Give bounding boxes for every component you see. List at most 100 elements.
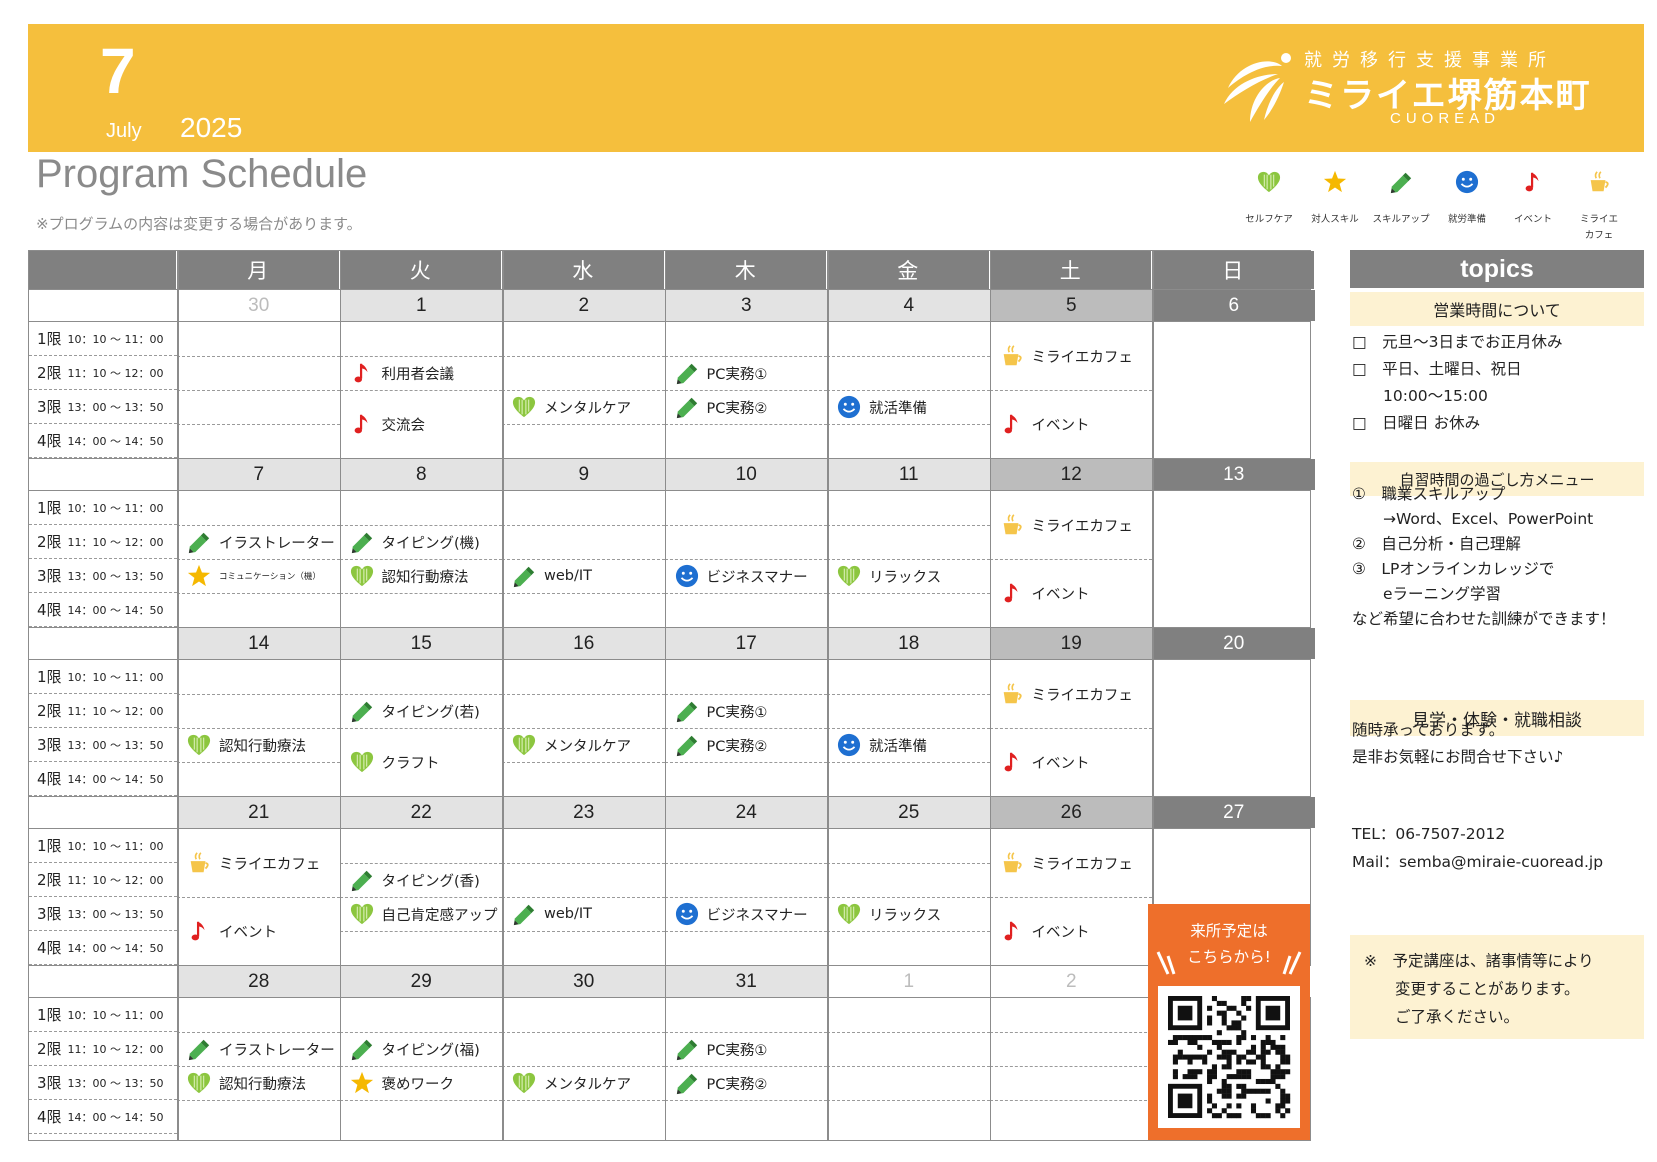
schedule-item[interactable]: 褒めワーク	[348, 1066, 454, 1100]
schedule-item[interactable]: PC実務②	[673, 390, 768, 424]
period-divider	[664, 525, 827, 526]
schedule-item[interactable]: ミライエカフェ	[185, 829, 320, 897]
weekday-header: 火	[339, 251, 502, 289]
schedule-item[interactable]: PC実務②	[673, 1066, 767, 1100]
period-divider	[664, 863, 827, 864]
schedule-item[interactable]: ビジネスマナー	[673, 559, 808, 593]
schedule-item[interactable]: 交流会	[348, 390, 425, 458]
qr-label-line1: 来所予定は	[1190, 922, 1268, 940]
cup-icon	[998, 511, 1026, 539]
pencil-icon	[348, 528, 376, 556]
pencil-icon	[348, 1035, 376, 1063]
reservation-qr-panel[interactable]: 来所予定は こちらから!	[1148, 904, 1310, 1140]
schedule-item[interactable]: ミライエカフェ	[998, 322, 1133, 390]
period-name: 3限	[37, 736, 62, 754]
period-divider	[502, 762, 665, 763]
schedule-item[interactable]: PC実務②	[673, 728, 768, 762]
heart-icon	[835, 900, 863, 928]
heart-icon	[348, 900, 376, 928]
schedule-item[interactable]: 認知行動療法	[185, 1066, 306, 1100]
schedule-item[interactable]: 認知行動療法	[348, 559, 469, 593]
self-study-line: など希望に合わせた訓練ができます！	[1352, 610, 1616, 628]
schedule-item[interactable]: メンタルケア	[510, 390, 631, 424]
period-name: 1限	[37, 668, 62, 686]
self-study-line: ② 自己分析・自己理解	[1352, 535, 1521, 553]
schedule-item-label: PC実務②	[706, 400, 768, 417]
schedule-item[interactable]: web/IT	[510, 559, 592, 593]
column-divider	[339, 251, 341, 1140]
schedule-item[interactable]: 就活準備	[835, 390, 927, 424]
legend-label: 対人スキル	[1311, 214, 1359, 225]
schedule-change-note: ※ 予定講座は、諸事情等により 変更することがあります。 ご了承ください。	[1350, 935, 1644, 1039]
schedule-item[interactable]: クラフト	[348, 728, 440, 796]
period-divider	[502, 1032, 665, 1033]
cup-icon	[1566, 160, 1632, 204]
schedule-item-label: ミライエカフェ	[1031, 856, 1133, 873]
note-line: 変更することがあります。	[1364, 980, 1580, 998]
period-divider	[177, 390, 340, 391]
schedule-item[interactable]: リラックス	[835, 559, 941, 593]
schedule-item[interactable]: イラストレーター	[185, 1032, 335, 1066]
date-number: 23	[502, 797, 665, 828]
period-divider	[502, 694, 665, 695]
period-divider	[827, 1066, 990, 1067]
schedule-item-label: 利用者会議	[381, 366, 455, 383]
schedule-item[interactable]: イベント	[998, 390, 1090, 458]
schedule-item[interactable]: メンタルケア	[510, 1066, 631, 1100]
date-number: 12	[989, 459, 1152, 490]
period-label: 4限 14：00 ～ 14：50	[29, 762, 177, 796]
schedule-item-label: ビジネスマナー	[706, 569, 808, 586]
hours-line: □ 平日、土曜日、祝日	[1352, 360, 1522, 378]
column-divider	[827, 251, 829, 1140]
schedule-item[interactable]: コミュニケーション（機）	[185, 559, 321, 593]
legend-item: イベント	[1500, 160, 1566, 228]
schedule-item[interactable]: ミライエカフェ	[998, 491, 1133, 559]
schedule-item[interactable]: ミライエカフェ	[998, 660, 1133, 728]
schedule-item[interactable]: タイピング(福)	[348, 1032, 480, 1066]
schedule-item-label: 認知行動療法	[219, 1076, 306, 1093]
schedule-item[interactable]: 自己肯定感アップ	[348, 897, 498, 931]
schedule-item[interactable]: イベント	[998, 728, 1090, 796]
weekday-header: 木	[664, 251, 827, 289]
schedule-item[interactable]: ビジネスマナー	[673, 897, 808, 931]
email-address[interactable]: Mail：semba@miraie-cuoread.jp	[1352, 850, 1603, 872]
schedule-item-label: ミライエカフェ	[1031, 349, 1133, 366]
schedule-item[interactable]: イラストレーター	[185, 525, 335, 559]
date-number: 2	[989, 966, 1152, 997]
schedule-item[interactable]: リラックス	[835, 897, 941, 931]
period-divider	[177, 424, 340, 425]
schedule-item[interactable]: タイピング(若)	[348, 694, 480, 728]
heart-icon	[1236, 160, 1302, 204]
schedule-item[interactable]: 認知行動療法	[185, 728, 306, 762]
period-label: 3限 13：00 ～ 13：50	[29, 390, 177, 424]
schedule-item[interactable]: イベント	[998, 897, 1090, 965]
schedule-item[interactable]: イベント	[998, 559, 1090, 627]
period-name: 2限	[37, 533, 62, 551]
heart-icon	[510, 393, 538, 421]
period-label: 2限 11：10 ～ 12：00	[29, 863, 177, 897]
schedule-item-label: イベント	[1031, 417, 1090, 434]
schedule-item[interactable]: web/IT	[510, 897, 592, 931]
date-number: 15	[339, 628, 502, 659]
schedule-item[interactable]: メンタルケア	[510, 728, 631, 762]
schedule-item[interactable]: PC実務①	[673, 356, 767, 390]
schedule-item[interactable]: タイピング(香)	[348, 863, 480, 897]
phone-number[interactable]: TEL：06-7507-2012	[1352, 822, 1505, 844]
schedule-item[interactable]: 就活準備	[835, 728, 927, 762]
schedule-item[interactable]: タイピング(機)	[348, 525, 480, 559]
weekday-header: 日	[1152, 251, 1315, 289]
period-name: 4限	[37, 939, 62, 957]
date-number: 27	[1152, 797, 1315, 828]
pencil-icon	[185, 1035, 213, 1063]
date-number: 3	[664, 290, 827, 321]
qr-code[interactable]	[1158, 986, 1300, 1128]
schedule-item[interactable]: PC実務①	[673, 694, 767, 728]
schedule-item[interactable]: 利用者会議	[348, 356, 455, 390]
schedule-item[interactable]: PC実務①	[673, 1032, 768, 1066]
schedule-item[interactable]: イベント	[185, 897, 277, 965]
schedule-item-label: PC実務①	[706, 1042, 768, 1059]
schedule-item-label: PC実務②	[706, 738, 768, 755]
period-name: 4限	[37, 432, 62, 450]
heart-icon	[510, 1069, 538, 1097]
schedule-item[interactable]: ミライエカフェ	[998, 829, 1133, 897]
